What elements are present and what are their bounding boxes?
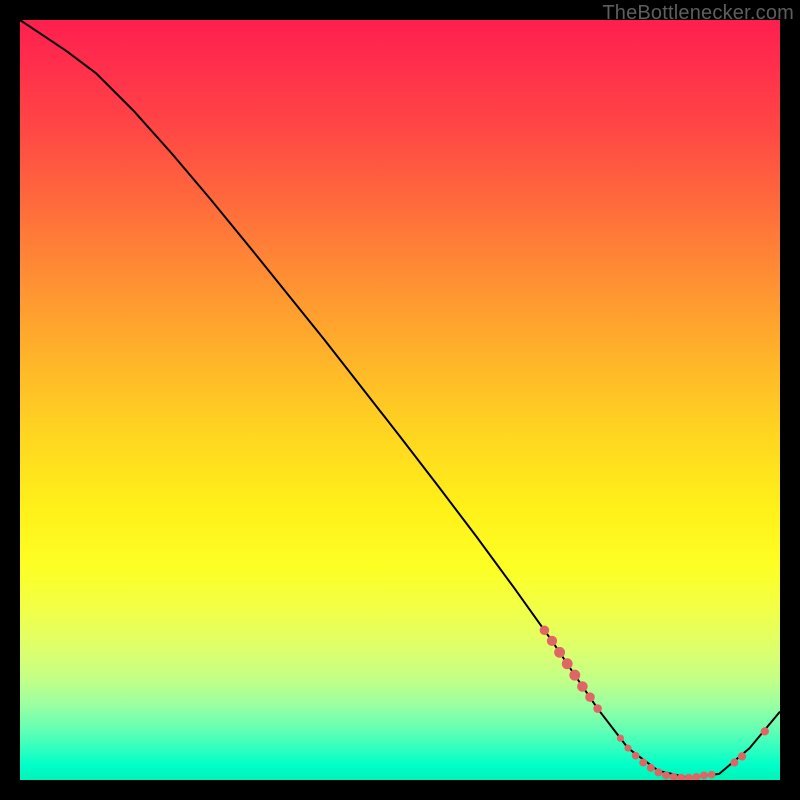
plot-area bbox=[20, 20, 780, 780]
marker-dot bbox=[639, 759, 647, 767]
curve-line bbox=[20, 20, 780, 778]
plot-svg bbox=[20, 20, 780, 780]
marker-dot bbox=[554, 647, 565, 658]
marker-dot bbox=[738, 752, 746, 760]
marker-dot bbox=[708, 771, 716, 779]
chart-container: TheBottlenecker.com bbox=[0, 0, 800, 800]
marker-dot bbox=[662, 771, 670, 779]
marker-dot bbox=[547, 636, 557, 646]
marker-dot bbox=[585, 692, 595, 702]
marker-dot bbox=[692, 773, 700, 780]
marker-dot bbox=[569, 670, 580, 681]
marker-dot bbox=[700, 771, 708, 779]
marker-dot bbox=[593, 704, 602, 713]
marker-dot bbox=[632, 752, 640, 760]
marker-dot bbox=[685, 774, 693, 780]
curve-markers bbox=[540, 625, 769, 780]
curve-path bbox=[20, 20, 780, 778]
marker-dot bbox=[654, 768, 662, 776]
marker-dot bbox=[562, 658, 573, 669]
marker-dot bbox=[624, 745, 631, 752]
marker-dot bbox=[577, 681, 588, 692]
marker-dot bbox=[761, 727, 769, 735]
marker-dot bbox=[730, 759, 738, 767]
marker-dot bbox=[540, 625, 550, 635]
marker-dot bbox=[647, 764, 655, 772]
marker-dot bbox=[617, 735, 624, 742]
